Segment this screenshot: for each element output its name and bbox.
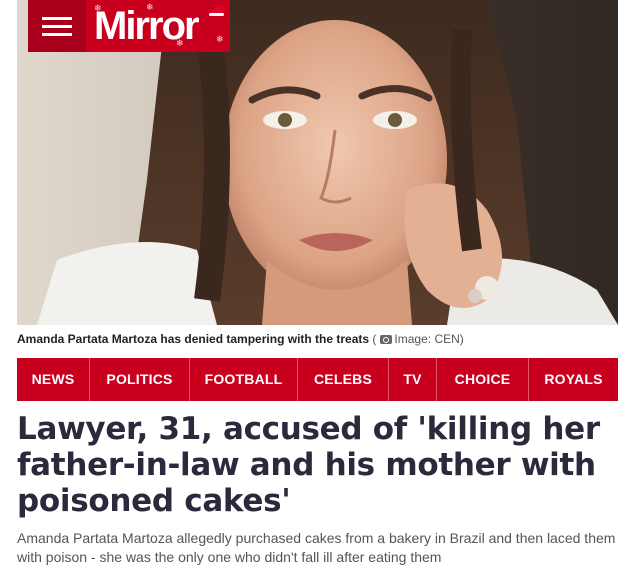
- article-headline: Lawyer, 31, accused of 'killing her fath…: [17, 411, 600, 519]
- camera-icon: [380, 335, 393, 344]
- caption-text: Amanda Partata Martoza has denied tamper…: [17, 332, 370, 346]
- nav-item-football[interactable]: FOOTBALL: [190, 358, 298, 401]
- snowflake-icon: ❄: [176, 38, 184, 48]
- nav-item-royals[interactable]: ROYALS: [529, 358, 618, 401]
- site-header: Mirror ❄ ❄ ❄ ❄: [28, 0, 230, 52]
- mirror-logo[interactable]: Mirror ❄ ❄ ❄ ❄: [86, 0, 230, 52]
- photo-caption: Amanda Partata Martoza has denied tamper…: [17, 331, 617, 347]
- santa-hat-icon: [209, 6, 226, 16]
- article-standfirst: Amanda Partata Martoza allegedly purchas…: [17, 530, 616, 565]
- image-credit: (Image: CEN): [372, 332, 464, 346]
- nav-item-news[interactable]: NEWS: [17, 358, 90, 401]
- snowflake-icon: ❄: [94, 3, 102, 13]
- nav-item-politics[interactable]: POLITICS: [90, 358, 190, 401]
- section-nav: NEWS POLITICS FOOTBALL CELEBS TV CHOICE …: [17, 358, 618, 401]
- snowflake-icon: ❄: [146, 2, 154, 12]
- nav-item-celebs[interactable]: CELEBS: [298, 358, 389, 401]
- image-credit-text: Image: CEN: [394, 332, 460, 346]
- hamburger-menu-button[interactable]: [28, 0, 86, 52]
- hamburger-icon: [42, 12, 72, 41]
- snowflake-icon: ❄: [216, 34, 224, 44]
- nav-item-choice[interactable]: CHOICE: [437, 358, 529, 401]
- nav-item-tv[interactable]: TV: [389, 358, 437, 401]
